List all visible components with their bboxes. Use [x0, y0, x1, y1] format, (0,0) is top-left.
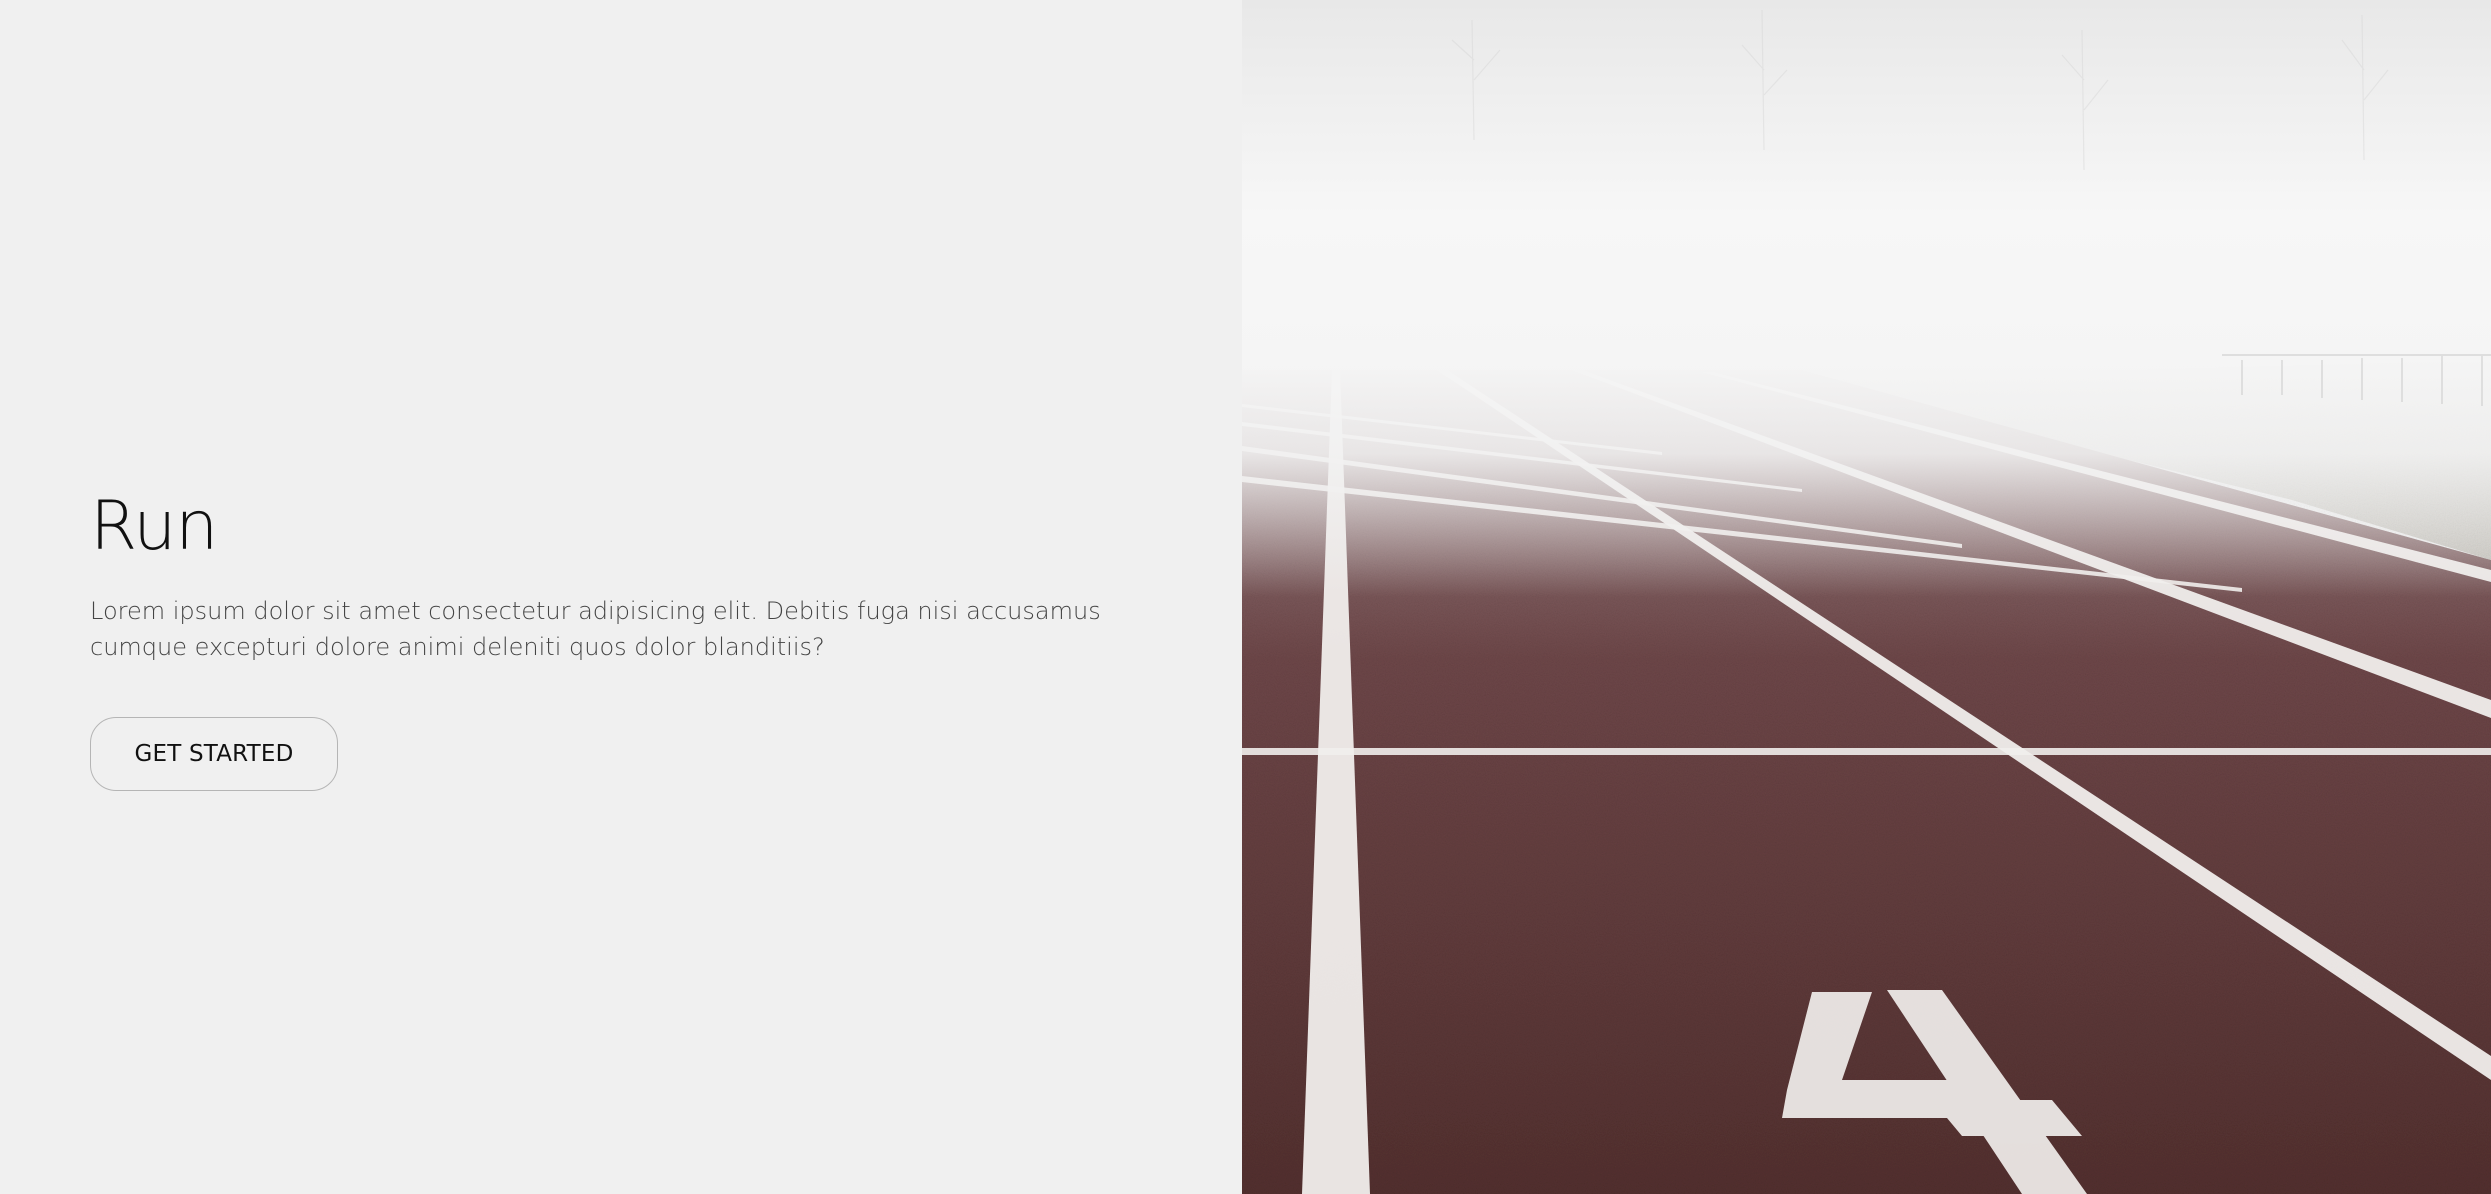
hero-section: Run Lorem ipsum dolor sit amet consectet… — [0, 0, 2491, 1194]
hero-text-panel: Run Lorem ipsum dolor sit amet consectet… — [0, 0, 1242, 1194]
hero-title: Run — [90, 487, 218, 566]
get-started-button[interactable]: GET STARTED — [90, 716, 338, 791]
hero-image — [1242, 0, 2491, 1194]
running-track-image — [1242, 0, 2491, 1194]
hero-content: Run Lorem ipsum dolor sit amet consectet… — [90, 487, 1130, 791]
hero-description: Lorem ipsum dolor sit amet consectetur a… — [90, 596, 1101, 661]
